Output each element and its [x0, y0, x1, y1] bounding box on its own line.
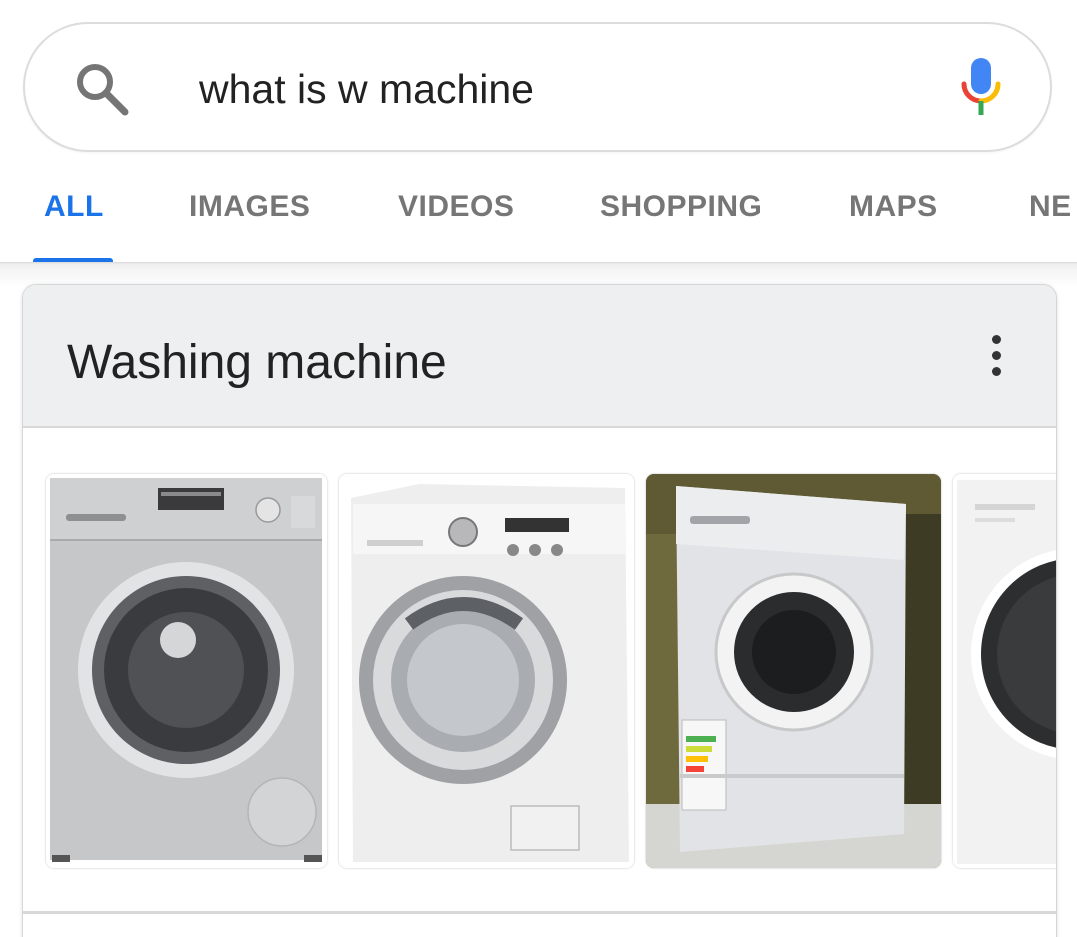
tab-images[interactable]: IMAGES [189, 190, 310, 224]
washing-machine-white-photo-image [646, 474, 941, 868]
washing-machine-white-chrome-image [339, 474, 634, 868]
image-thumbnail-2[interactable] [339, 474, 634, 868]
microphone-icon[interactable] [960, 56, 1002, 120]
more-options-button[interactable] [979, 333, 1015, 379]
washing-machine-white-dark-door-image [953, 474, 1056, 868]
image-thumbnail-1[interactable] [46, 474, 327, 868]
more-vert-icon [992, 335, 1001, 344]
image-thumbnail-3[interactable] [646, 474, 941, 868]
tab-news[interactable]: NE [1029, 190, 1072, 224]
tab-videos[interactable]: VIDEOS [398, 190, 514, 224]
search-tabs: ALL IMAGES VIDEOS SHOPPING MAPS NE [0, 170, 1077, 264]
knowledge-card: Washing machine [22, 284, 1057, 937]
tab-shopping[interactable]: SHOPPING [600, 190, 762, 224]
image-thumbnail-4[interactable] [953, 474, 1056, 868]
washing-machine-silver-image [46, 474, 327, 868]
tab-maps[interactable]: MAPS [849, 190, 938, 224]
search-box[interactable] [23, 22, 1052, 152]
knowledge-card-title[interactable]: Washing machine [67, 335, 447, 390]
card-divider [23, 911, 1056, 914]
search-icon[interactable] [73, 60, 131, 118]
tab-all[interactable]: ALL [44, 190, 104, 224]
search-results-page: ALL IMAGES VIDEOS SHOPPING MAPS NE Washi… [0, 0, 1077, 937]
knowledge-card-header: Washing machine [23, 285, 1056, 428]
search-input[interactable] [199, 52, 899, 126]
